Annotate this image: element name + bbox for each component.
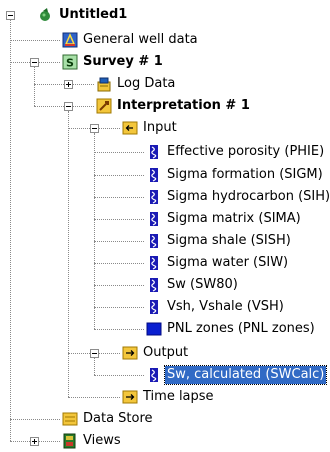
tree-guide-line <box>10 40 60 41</box>
tree-guide-line <box>94 375 144 376</box>
views-icon <box>62 433 78 449</box>
tree-item-label[interactable]: Sw, calculated (SWCalc) <box>163 365 328 385</box>
interpretation-icon <box>96 98 112 114</box>
project-tree[interactable]: Untitled1 General well data S Survey # 1 Log… <box>0 0 330 452</box>
tree-guide-line <box>68 111 69 397</box>
tree-item-label[interactable]: Time lapse <box>141 388 216 406</box>
input-folder-icon <box>122 120 138 136</box>
tree-guide-line <box>94 133 95 329</box>
tree-guide-line <box>68 397 120 398</box>
expand-toggle[interactable] <box>64 80 73 89</box>
tree-guide-line <box>34 67 35 106</box>
globe-icon <box>38 7 54 23</box>
tree-item-label[interactable]: PNL zones (PNL zones) <box>165 320 317 338</box>
curve-icon <box>146 299 162 315</box>
collapse-toggle[interactable] <box>6 11 15 20</box>
tree-guide-line <box>94 329 144 330</box>
curve-icon <box>146 233 162 249</box>
tree-guide-line <box>94 197 144 198</box>
tree-item-label[interactable]: Output <box>141 344 190 362</box>
collapse-toggle[interactable] <box>90 124 99 133</box>
data-store-icon <box>62 411 78 427</box>
tree-item-label[interactable]: General well data <box>81 31 200 49</box>
expand-toggle[interactable] <box>30 437 39 446</box>
tree-item-label[interactable]: Untitled1 <box>57 6 129 24</box>
tree-guide-line <box>94 358 95 375</box>
tree-guide-line <box>94 263 144 264</box>
survey-icon: S <box>62 54 78 70</box>
tree-item-label[interactable]: Effective porosity (PHIE) <box>165 143 326 161</box>
tree-guide-line <box>94 175 144 176</box>
tree-guide-line <box>94 241 144 242</box>
curve-icon <box>146 255 162 271</box>
tree-guide-line <box>10 419 60 420</box>
curve-icon <box>146 367 162 383</box>
zones-icon <box>146 321 162 337</box>
tree-item-label[interactable]: Sigma formation (SIGM) <box>165 166 325 184</box>
collapse-toggle[interactable] <box>30 58 39 67</box>
tree-item-label[interactable]: Vsh, Vshale (VSH) <box>165 298 286 316</box>
tree-item-label[interactable]: Sigma hydrocarbon (SIH) <box>165 188 330 206</box>
tree-guide-line <box>94 219 144 220</box>
tree-item-label[interactable]: Views <box>81 432 123 450</box>
curve-icon <box>146 167 162 183</box>
tree-item-label[interactable]: Sw (SW80) <box>165 276 240 294</box>
svg-text:S: S <box>66 57 74 70</box>
tree-item-label[interactable]: Sigma shale (SISH) <box>165 232 293 250</box>
time-lapse-icon <box>122 389 138 405</box>
tree-item-label[interactable]: Interpretation # 1 <box>115 97 252 115</box>
well-data-icon <box>62 32 78 48</box>
tree-guide-line <box>94 152 144 153</box>
collapse-toggle[interactable] <box>64 102 73 111</box>
tree-item-label[interactable]: Sigma matrix (SIMA) <box>165 210 303 228</box>
tree-item-label[interactable]: Survey # 1 <box>81 53 165 71</box>
curve-icon <box>146 144 162 160</box>
log-data-icon <box>96 76 112 92</box>
tree-item-label[interactable]: Log Data <box>115 75 177 93</box>
collapse-toggle[interactable] <box>90 349 99 358</box>
curve-icon <box>146 211 162 227</box>
tree-guide-line <box>10 20 11 441</box>
tree-item-label[interactable]: Input <box>141 119 179 137</box>
output-folder-icon <box>122 345 138 361</box>
tree-guide-line <box>94 285 144 286</box>
curve-icon <box>146 277 162 293</box>
tree-item-label[interactable]: Data Store <box>81 410 155 428</box>
tree-guide-line <box>94 307 144 308</box>
curve-icon <box>146 189 162 205</box>
tree-item-label[interactable]: Sigma water (SIW) <box>165 254 290 272</box>
